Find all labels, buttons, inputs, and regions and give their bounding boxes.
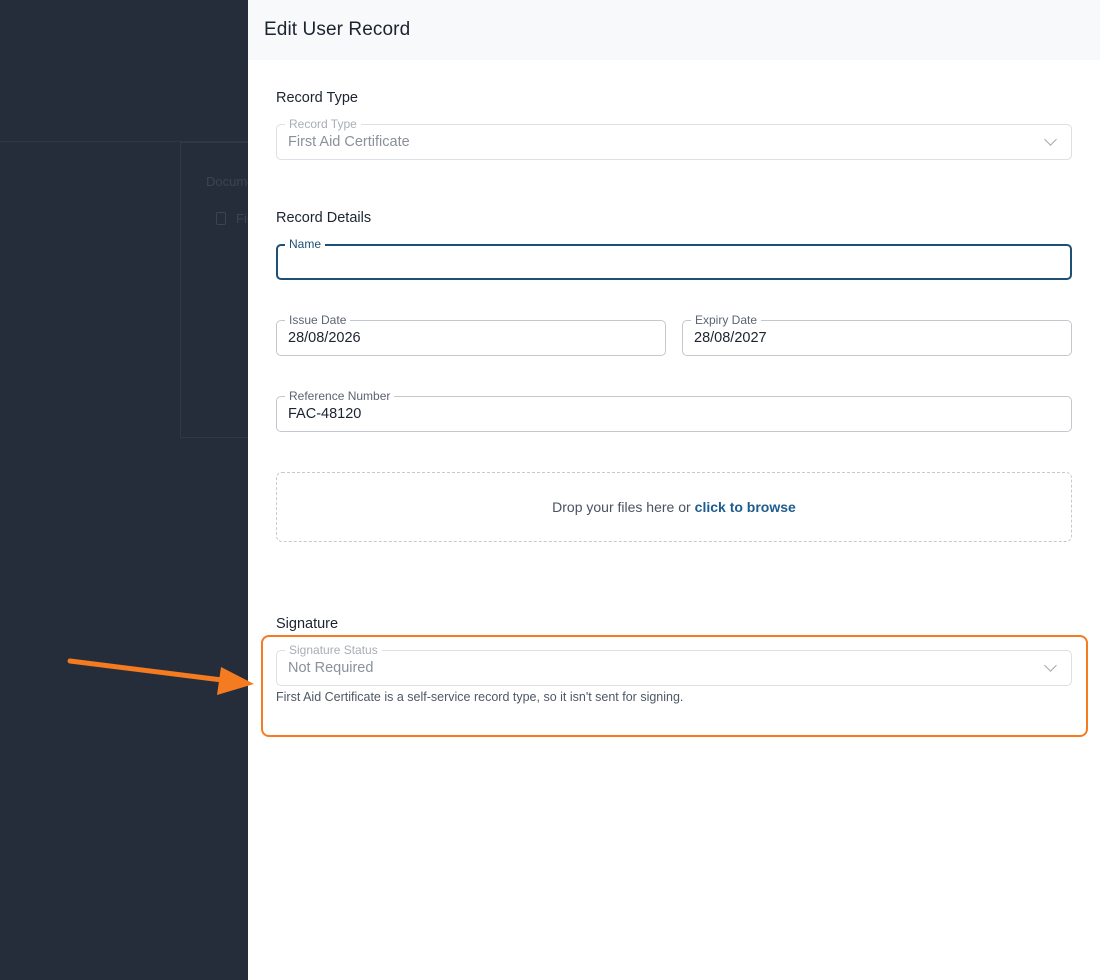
signature-section-title: Signature (276, 616, 339, 632)
chevron-down-icon (1044, 133, 1057, 146)
issue-date-value: 28/08/2026 (288, 330, 361, 346)
expiry-date-label: Expiry Date (691, 313, 762, 327)
signature-status-label: Signature Status (285, 643, 382, 657)
reference-number-input[interactable]: Reference Number FAC-48120 (276, 389, 1072, 432)
dropzone-prompt: Drop your files here or (552, 499, 691, 515)
background-document-item-label: First Aid Certificate (236, 211, 248, 226)
record-details-section-title: Record Details (276, 210, 372, 226)
background-document-item: First Aid Certificate (216, 211, 248, 226)
browse-link[interactable]: click to browse (695, 499, 796, 515)
expiry-date-value: 28/08/2027 (694, 330, 767, 346)
drawer-title: Edit User Record (264, 19, 411, 40)
background-documents-label: Documents (206, 174, 248, 189)
record-type-select[interactable]: Record Type First Aid Certificate (276, 117, 1072, 160)
background-header-band (0, 62, 248, 142)
expiry-date-input[interactable]: Expiry Date 28/08/2027 (682, 313, 1072, 356)
record-type-value: First Aid Certificate (288, 134, 410, 150)
edit-user-record-drawer: Edit User Record Record Type Record Type… (248, 0, 1100, 980)
record-type-section-title: Record Type (276, 90, 358, 106)
name-label: Name (285, 237, 326, 251)
file-dropzone[interactable]: Drop your files here or click to browse (276, 472, 1072, 542)
signature-status-select[interactable]: Signature Status Not Required (276, 643, 1072, 686)
issue-date-label: Issue Date (285, 313, 351, 327)
issue-date-input[interactable]: Issue Date 28/08/2026 (276, 313, 666, 356)
signature-status-value: Not Required (288, 660, 374, 676)
reference-number-value: FAC-48120 (288, 406, 362, 422)
file-icon (216, 212, 226, 225)
signature-helper-text: First Aid Certificate is a self-service … (276, 690, 684, 704)
name-input[interactable]: Name (276, 237, 1072, 280)
drawer-header: Edit User Record (248, 0, 1100, 60)
chevron-down-icon (1044, 659, 1057, 672)
record-type-label: Record Type (285, 117, 361, 131)
reference-number-label: Reference Number (285, 389, 395, 403)
